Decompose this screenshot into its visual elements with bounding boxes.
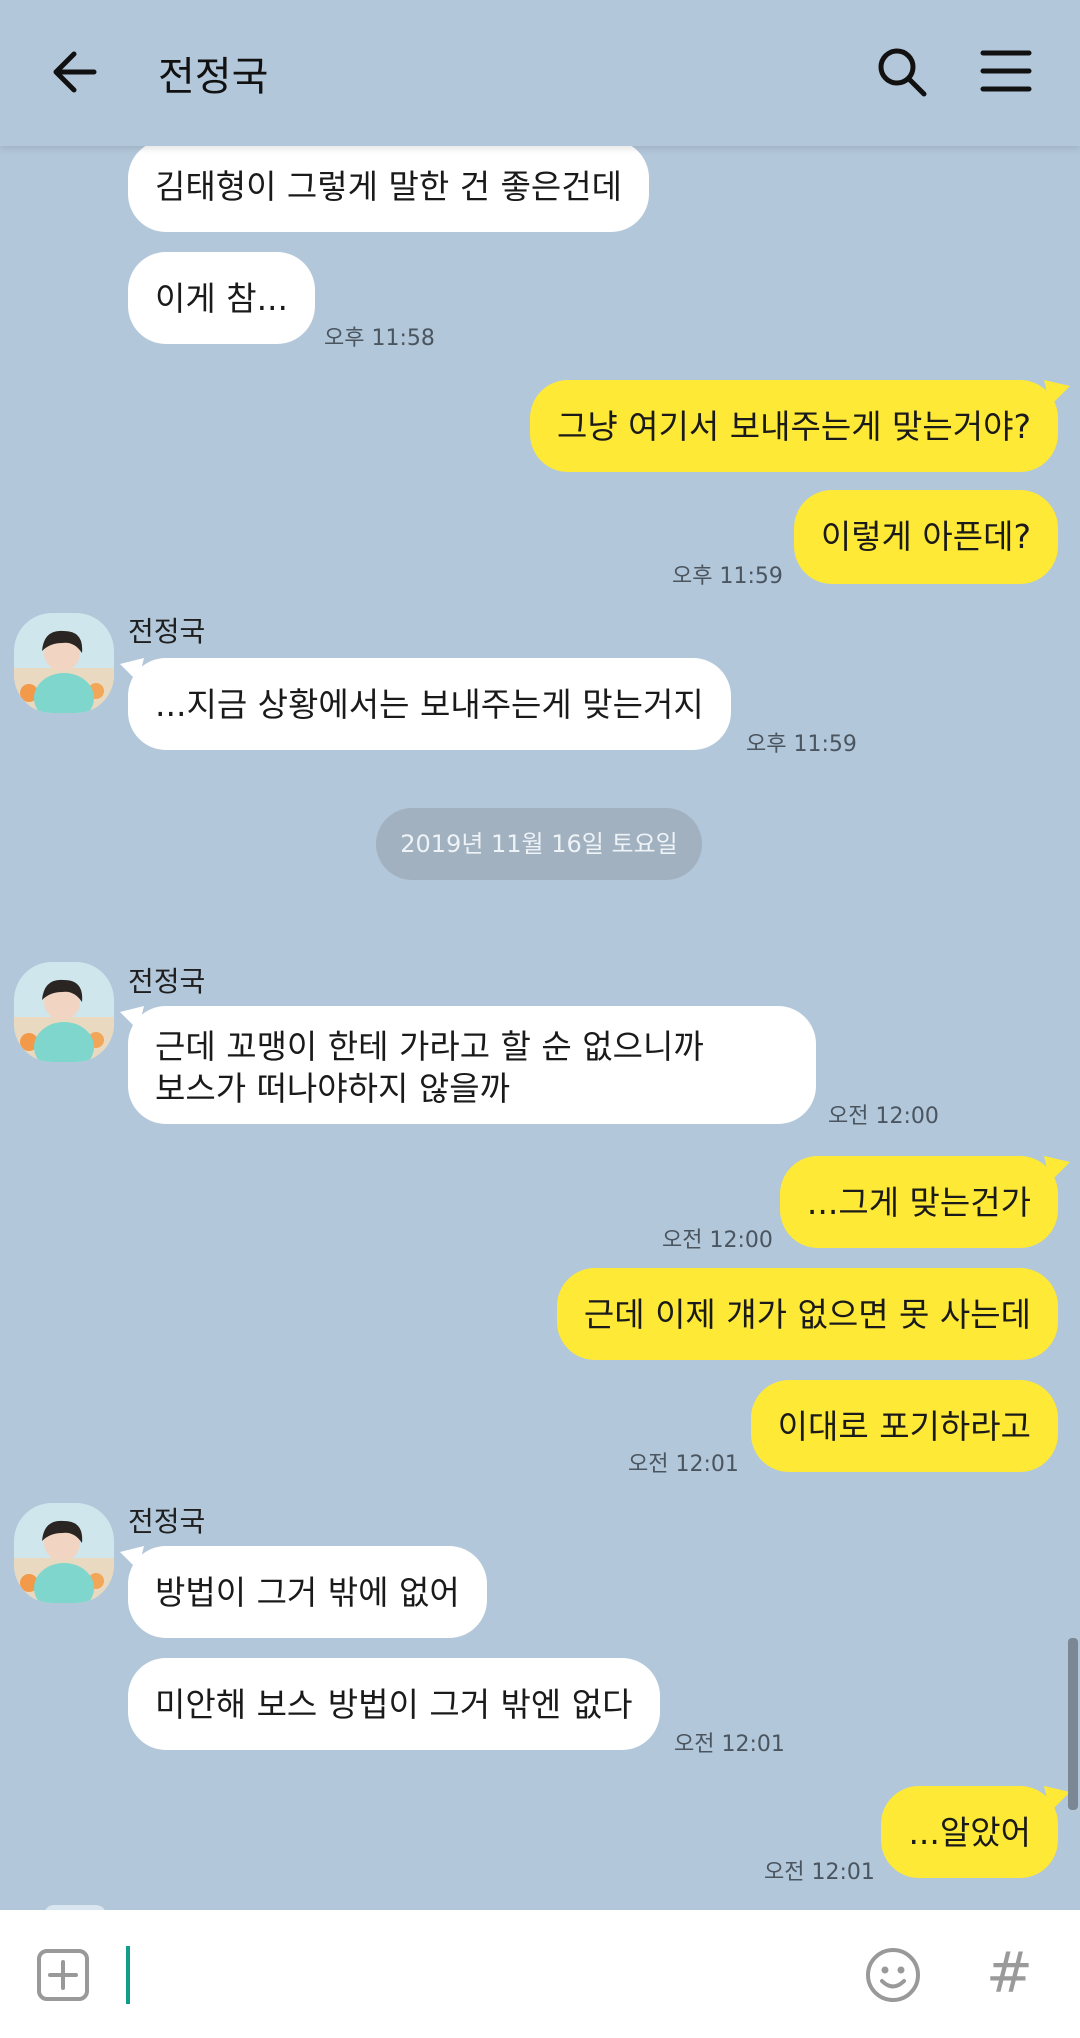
chat-header: 전정국 <box>0 0 1080 146</box>
message-bubble-outgoing[interactable]: 그냥 여기서 보내주는게 맞는거야? <box>529 380 1058 472</box>
avatar[interactable] <box>14 962 114 1062</box>
sender-name: 전정국 <box>128 1505 206 1538</box>
bubble-tail <box>1044 1156 1070 1182</box>
message-timestamp: 오후 11:58 <box>324 326 435 351</box>
search-icon[interactable] <box>874 44 930 100</box>
chat-title: 전정국 <box>158 54 269 100</box>
message-bubble-incoming[interactable]: 미안해 보스 방법이 그거 밖엔 없다 <box>128 1658 660 1750</box>
bubble-tail <box>1044 380 1070 406</box>
message-bubble-incoming[interactable]: 이게 참... <box>128 252 316 344</box>
arrow-left-icon[interactable] <box>46 42 106 102</box>
message-timestamp: 오전 12:00 <box>662 1228 773 1253</box>
sender-name: 전정국 <box>128 965 206 998</box>
bubble-tail <box>1044 1786 1070 1812</box>
message-timestamp: 오후 11:59 <box>672 564 783 589</box>
message-bubble-incoming[interactable]: 김태형이 그렇게 말한 건 좋은건데 <box>128 140 649 232</box>
message-timestamp: 오전 12:00 <box>828 1104 939 1129</box>
hashtag-icon[interactable]: # <box>986 1944 1033 2004</box>
message-bubble-outgoing[interactable]: 이렇게 아픈데? <box>793 490 1058 584</box>
chat-area[interactable]: 김태형이 그렇게 말한 건 좋은건데 이게 참... 오후 11:58 그냥 여… <box>0 0 1080 1910</box>
avatar[interactable] <box>14 613 114 713</box>
message-timestamp: 오전 12:01 <box>674 1732 785 1757</box>
add-attachment-icon[interactable] <box>36 1948 90 2002</box>
message-line: 보스가 떠나야하지 않을까 <box>155 1069 510 1108</box>
message-line: 근데 꼬맹이 한테 가라고 할 순 없으니까 <box>155 1027 704 1066</box>
hamburger-menu-icon[interactable] <box>980 48 1032 94</box>
sender-name: 전정국 <box>128 615 206 648</box>
message-bubble-outgoing[interactable]: 이대로 포기하라고 <box>750 1380 1058 1472</box>
message-bubble-incoming[interactable]: 근데 꼬맹이 한테 가라고 할 순 없으니까 보스가 떠나야하지 않을까 <box>128 1006 816 1124</box>
message-bubble-outgoing[interactable]: ...그게 맞는건가 <box>779 1156 1058 1248</box>
message-bubble-outgoing[interactable]: 근데 이제 걔가 없으면 못 사는데 <box>556 1268 1058 1360</box>
message-input-field[interactable] <box>126 1946 130 2004</box>
message-timestamp: 오후 11:59 <box>746 732 857 757</box>
message-timestamp: 오전 12:01 <box>764 1860 875 1885</box>
avatar[interactable] <box>14 1503 114 1603</box>
message-input-bar: # <box>0 1910 1080 2038</box>
message-bubble-incoming[interactable]: 방법이 그거 밖에 없어 <box>128 1546 487 1638</box>
date-divider: 2019년 11월 16일 토요일 <box>376 808 702 880</box>
message-bubble-incoming[interactable]: ...지금 상황에서는 보내주는게 맞는거지 <box>128 658 731 750</box>
emoji-icon[interactable] <box>864 1946 922 2004</box>
message-timestamp: 오전 12:01 <box>628 1452 739 1477</box>
scrollbar[interactable] <box>1068 1638 1078 1810</box>
message-bubble-outgoing[interactable]: ...알았어 <box>881 1786 1058 1878</box>
